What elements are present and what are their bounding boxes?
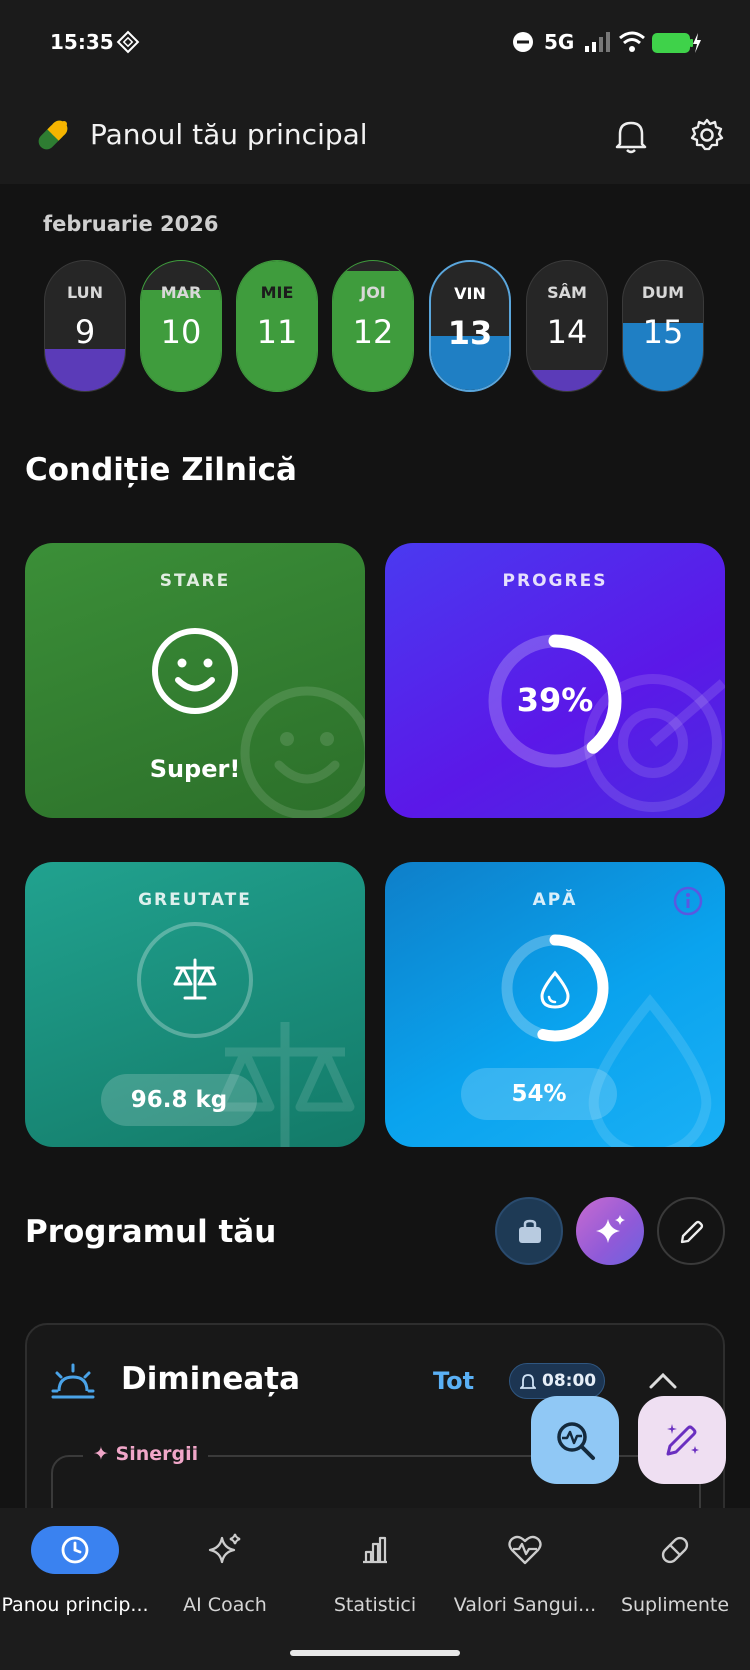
daily-condition-title: Condiție Zilnică (25, 452, 297, 488)
status-bar: 15:35 5G (0, 0, 750, 88)
bell-small-icon (520, 1374, 536, 1389)
progress-value: 39% (516, 681, 594, 719)
water-drop-icon (540, 970, 570, 1009)
nav-icon-wrap (331, 1526, 419, 1574)
nav-label: Statistici (333, 1594, 417, 1616)
sunrise-icon (51, 1363, 95, 1399)
synergy-label: ✦ Sinergii (83, 1443, 209, 1465)
clock-icon (61, 1536, 89, 1564)
day-thursday[interactable]: JOI 12 (332, 260, 414, 392)
nav-icon-wrap (631, 1526, 719, 1574)
dnd-icon (513, 32, 533, 52)
weight-value: 96.8 kg (101, 1074, 257, 1126)
bar-chart-icon (363, 1536, 387, 1564)
water-value: 54% (461, 1068, 617, 1120)
status-time: 15:35 (50, 30, 114, 54)
day-name: LUN (66, 283, 103, 302)
mood-card-title: STARE (159, 571, 231, 591)
day-wednesday[interactable]: MIE 11 (236, 260, 318, 392)
sparkle-icon (596, 1215, 625, 1243)
bottom-nav: Panou princip... AI Coach Statistici Val… (0, 1508, 750, 1670)
nav-statistics[interactable]: Statistici (300, 1508, 450, 1648)
bag-icon (519, 1219, 541, 1243)
nav-dashboard[interactable]: Panou princip... (0, 1508, 150, 1648)
scale-icon (173, 958, 217, 1000)
day-monday[interactable]: LUN 9 (44, 260, 126, 392)
day-name: JOI (360, 283, 386, 302)
day-name: DUM (641, 283, 685, 302)
heart-pulse-icon (508, 1535, 542, 1565)
cast-icon (116, 30, 140, 54)
weight-card[interactable]: GREUTATE 96.8 kg (25, 862, 365, 1147)
ai-edit-fab[interactable] (638, 1396, 726, 1484)
day-number: 14 (546, 313, 588, 351)
info-icon[interactable] (673, 886, 703, 916)
program-title: Programul tău (25, 1214, 277, 1250)
nav-active-pill (31, 1526, 119, 1574)
nav-label: Suplimente (620, 1594, 730, 1616)
bag-button[interactable] (495, 1197, 563, 1265)
day-sunday[interactable]: DUM 15 (622, 260, 704, 392)
day-friday-selected[interactable]: VIN 13 (429, 260, 511, 392)
pill-icon (661, 1536, 689, 1564)
day-fill (45, 349, 125, 391)
filter-all-button[interactable]: Tot (433, 1367, 474, 1395)
health-scan-fab[interactable] (531, 1396, 619, 1484)
nav-supplements[interactable]: Suplimente (600, 1508, 750, 1648)
day-name: VIN (454, 284, 486, 303)
day-number: 10 (160, 313, 202, 351)
day-number: 13 (447, 314, 493, 352)
weight-card-title: GREUTATE (138, 890, 252, 910)
day-name: SÂM (547, 283, 587, 302)
day-tuesday[interactable]: MAR 10 (140, 260, 222, 392)
day-number: 15 (642, 313, 684, 351)
smiley-icon (152, 628, 238, 714)
mood-value: Super! (149, 755, 241, 783)
month-label: februarie 2026 (43, 212, 219, 236)
synergy-text: Sinergii (115, 1443, 199, 1465)
nav-label: AI Coach (183, 1594, 267, 1616)
nav-icon-wrap (181, 1526, 269, 1574)
app-header: Panoul tău principal (0, 88, 750, 184)
mood-card[interactable]: STARE Super! (25, 543, 365, 818)
nav-label: Panou princip... (1, 1594, 149, 1616)
page-title: Panoul tău principal (90, 118, 368, 151)
bell-icon[interactable] (614, 118, 648, 154)
nav-blood-values[interactable]: Valori Sangui... (450, 1508, 600, 1648)
edit-button[interactable] (657, 1197, 725, 1265)
day-name: MAR (160, 283, 202, 302)
gear-icon[interactable] (690, 118, 724, 152)
day-name: MIE (260, 283, 294, 302)
battery-icon (652, 33, 701, 53)
magnify-pulse-icon (557, 1422, 595, 1460)
capsule-logo-icon (38, 120, 68, 150)
wifi-icon (619, 31, 645, 52)
magic-pencil-icon (666, 1424, 699, 1456)
nav-ai-coach[interactable]: AI Coach (150, 1508, 300, 1648)
progress-card[interactable]: PROGRES 39% (385, 543, 725, 818)
day-number: 9 (74, 313, 96, 351)
day-saturday[interactable]: SÂM 14 (526, 260, 608, 392)
water-card[interactable]: APĂ 54% (385, 862, 725, 1147)
progress-card-title: PROGRES (502, 571, 608, 591)
nav-icon-wrap (481, 1526, 569, 1574)
network-label: 5G (544, 30, 575, 54)
day-number: 11 (256, 313, 298, 351)
nav-label: Valori Sangui... (453, 1594, 597, 1616)
sparkle-outline-icon (208, 1533, 241, 1564)
morning-time-badge[interactable]: 08:00 (509, 1363, 605, 1399)
day-fill (527, 370, 607, 391)
sparkle-small-icon: ✦ (93, 1443, 109, 1465)
chevron-up-icon[interactable] (649, 1371, 677, 1389)
home-indicator (290, 1650, 460, 1656)
day-number: 12 (352, 313, 394, 351)
pencil-icon (680, 1220, 704, 1244)
morning-time: 08:00 (542, 1371, 597, 1391)
smiley-watermark-icon (240, 686, 365, 818)
ai-sparkle-button[interactable] (576, 1197, 644, 1265)
signal-icon (585, 32, 610, 52)
morning-title: Dimineața (121, 1361, 301, 1397)
